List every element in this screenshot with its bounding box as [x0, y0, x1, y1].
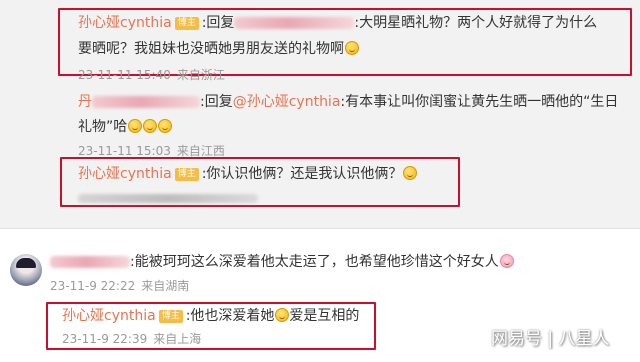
- blogger-badge: 博主: [158, 310, 183, 323]
- laugh-emoji: [158, 119, 173, 133]
- redacted-username: [92, 96, 200, 108]
- comment-5-username[interactable]: 孙心娅cynthia: [62, 308, 156, 324]
- blogger-badge: 博主: [174, 168, 199, 181]
- blogger-badge: 博主: [174, 17, 199, 30]
- redacted-username: [50, 256, 130, 268]
- laugh-emoji: [143, 119, 158, 133]
- comment-2-mention[interactable]: @孙心娅cynthia: [233, 94, 341, 110]
- comment-2-reply-text: :回复: [200, 94, 233, 110]
- comment-2-line-1: 丹 :回复@孙心娅cynthia:有本事让叫你闺蜜让黄先生晒一晒他的“生日: [78, 92, 618, 112]
- comment-5-meta: 23-11-9 22:39 来自上海: [62, 331, 201, 347]
- redacted-username: [234, 17, 355, 29]
- comment-5-text-a: :他也深爱着她: [185, 308, 275, 324]
- comment-3-username[interactable]: 孙心娅cynthia: [78, 166, 172, 182]
- comment-1-text-line-1: :大明星晒礼物？两个人好就得了为什么: [354, 15, 598, 31]
- comment-1-username[interactable]: 孙心娅cynthia: [78, 15, 172, 31]
- comment-5-date: 23-11-9 22:39: [62, 332, 148, 346]
- laugh-emoji: [403, 166, 418, 180]
- comment-4-line-1: :能被珂珂这么深爱着他太走运了，也希望他珍惜这个好女人: [50, 252, 514, 272]
- comment-1-text-line-2: 要晒呢？我姐妹也没晒她男朋友送的礼物啊: [78, 41, 344, 57]
- comment-3-meta-redacted: [78, 190, 258, 206]
- comment-3-line-1: 孙心娅cynthia 博主:你认识他俩？还是我认识他俩？: [78, 164, 418, 184]
- comment-3-text: :你认识他俩？还是我认识他俩？: [201, 166, 403, 182]
- comment-4-location: 来自湖南: [141, 279, 190, 293]
- comment-2-text-line-2: 礼物”哈: [78, 119, 128, 135]
- comment-1-location: 来自浙江: [176, 68, 225, 82]
- user-avatar[interactable]: [10, 254, 42, 286]
- comment-1-line-2: 要晒呢？我姐妹也没晒她男朋友送的礼物啊: [78, 39, 359, 59]
- redacted-timestamp: [78, 194, 258, 203]
- comment-1-date: 23-11-11 15:40: [78, 68, 171, 82]
- watermark: 网易号 | 八星人: [491, 329, 610, 349]
- comment-5-location: 来自上海: [153, 332, 202, 346]
- comment-2-line-2: 礼物”哈: [78, 117, 173, 137]
- laugh-emoji: [128, 119, 143, 133]
- comment-1-reply-prefix: :回复: [201, 15, 235, 31]
- comment-2-location: 来自江西: [176, 144, 225, 158]
- comment-2-user-initial[interactable]: 丹: [78, 94, 92, 110]
- laugh-emoji: [275, 308, 290, 322]
- comment-5-text-b: 爱是互相的: [289, 308, 360, 324]
- comment-2-text-line-1: :有本事让叫你闺蜜让黄先生晒一晒他的“生日: [340, 94, 619, 110]
- comment-4-meta: 23-11-9 22:22 来自湖南: [50, 278, 189, 294]
- comment-5-line-1: 孙心娅cynthia 博主:他也深爱着她 爱是互相的: [62, 306, 359, 326]
- comment-4-date: 23-11-9 22:22: [50, 279, 136, 293]
- comment-4-text: :能被珂珂这么深爱着他太走运了，也希望他珍惜这个好女人: [130, 254, 499, 270]
- comment-2-date: 23-11-11 15:03: [78, 144, 171, 158]
- comment-1-meta: 23-11-11 15:40 来自浙江: [78, 67, 225, 83]
- comment-1-line-1: 孙心娅cynthia 博主:回复 :大明星晒礼物？两个人好就得了为什么: [78, 13, 597, 33]
- pig-emoji: [499, 254, 514, 268]
- comment-divider: [0, 228, 640, 229]
- laugh-emoji: [345, 41, 359, 55]
